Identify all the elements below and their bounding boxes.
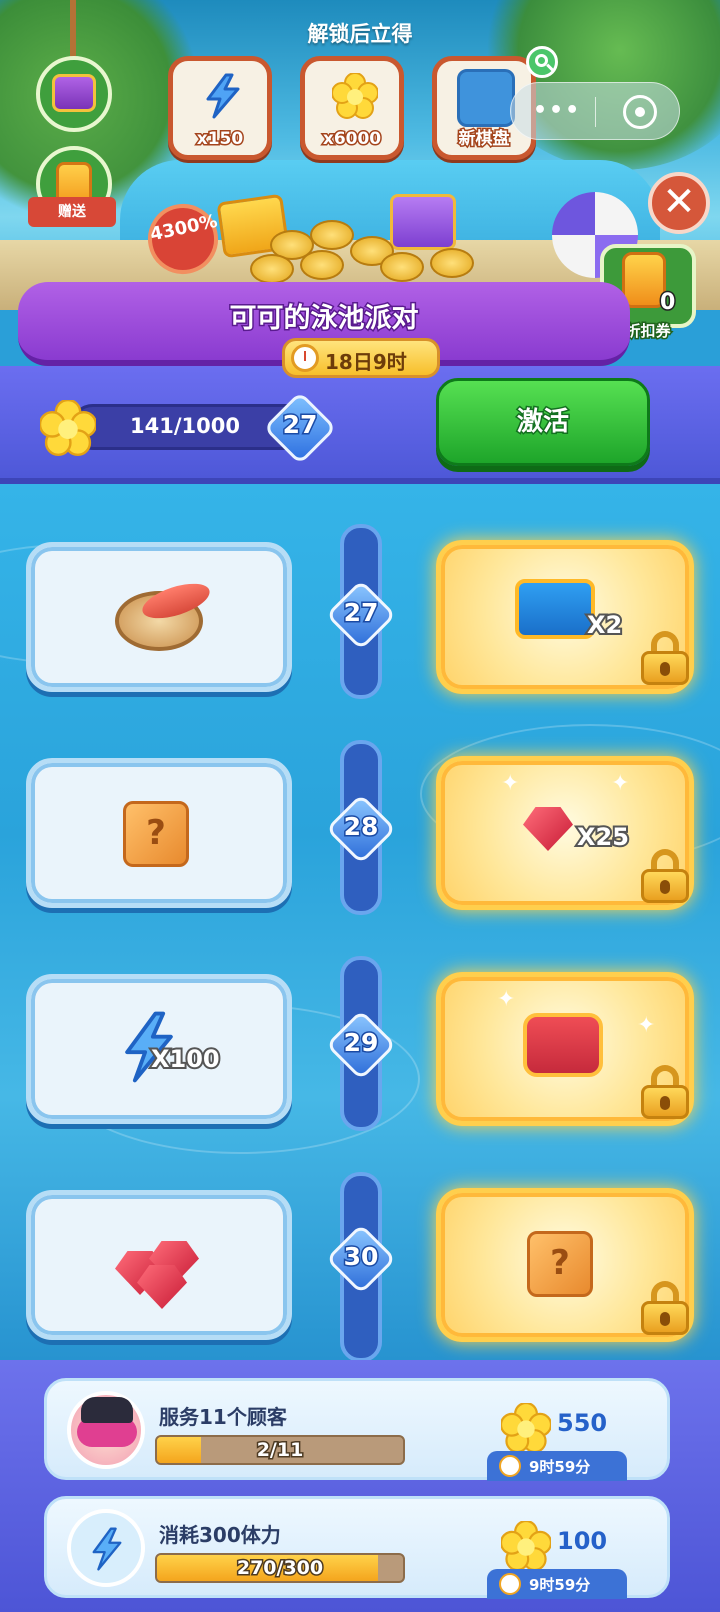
- miniprogram-capsule: •••: [510, 82, 680, 140]
- unlock-reward-flowers[interactable]: x6000: [300, 56, 404, 160]
- task-timer: 9时59分: [487, 1569, 627, 1599]
- coupon-count: 0: [658, 289, 676, 317]
- premium-reward-card[interactable]: ✦ ✦ X25: [436, 756, 694, 910]
- free-reward-card[interactable]: [26, 1190, 292, 1340]
- free-reward-card[interactable]: X100: [26, 974, 292, 1124]
- premium-reward-card[interactable]: X2: [436, 540, 694, 694]
- coin-icon: [430, 248, 474, 278]
- premium-reward-card[interactable]: ?: [436, 1188, 694, 1342]
- gift-box-icon: [390, 194, 456, 250]
- sparkle-icon: ✦: [637, 1013, 656, 1038]
- gift-label: 赠送: [28, 197, 116, 227]
- task-reward-amount: 100: [557, 1527, 608, 1555]
- flower-coin-icon: [501, 1521, 551, 1571]
- treasure-chest-icon: [52, 74, 96, 112]
- level-node: 29: [325, 1009, 397, 1081]
- task-timer-text: 9时59分: [529, 1458, 591, 1476]
- flower-coin-icon: [332, 73, 378, 119]
- level-node: 28: [325, 793, 397, 865]
- event-timer-text: 18日9时: [325, 350, 407, 374]
- reward-track[interactable]: 27 X2 ? 28 ✦ ✦ X25 X100 29 ✦ ✦ 30 ?: [0, 484, 720, 1360]
- task-reward-amount: 550: [557, 1409, 608, 1437]
- search-icon[interactable]: [526, 46, 558, 78]
- more-menu-icon[interactable]: •••: [533, 98, 581, 123]
- task-progress-bar: 270/300: [155, 1553, 405, 1583]
- free-reward-card[interactable]: [26, 542, 292, 692]
- energy-bolt-icon: [206, 73, 240, 119]
- reward-pile-art: [210, 190, 500, 290]
- energy-avatar: [67, 1509, 145, 1587]
- close-miniprogram-icon[interactable]: [623, 95, 657, 129]
- task-progress-text: 2/11: [255, 1438, 305, 1463]
- coin-icon: [300, 250, 344, 280]
- new-board-icon: [457, 69, 515, 127]
- task-card[interactable]: 服务11个顾客 2/11 550 9时59分: [44, 1378, 670, 1481]
- task-timer: 9时59分: [487, 1451, 627, 1481]
- level-number: 28: [342, 811, 380, 843]
- task-title: 消耗300体力: [159, 1523, 281, 1547]
- customer-avatar-icon: [67, 1391, 145, 1469]
- event-progress-text: 141/1000: [130, 414, 240, 438]
- close-button[interactable]: ✕: [648, 172, 710, 234]
- chest-shortcut-button[interactable]: [36, 56, 112, 132]
- flower-coin-icon: [501, 1403, 551, 1453]
- coin-icon: [310, 220, 354, 250]
- reward-quantity: X100: [149, 1043, 222, 1075]
- ruby-gem-icon: [523, 807, 573, 851]
- task-panel: 服务11个顾客 2/11 550 9时59分 消耗300体力 270/300 1…: [0, 1360, 720, 1612]
- close-icon: ✕: [662, 179, 696, 225]
- coin-icon: [380, 252, 424, 282]
- flower-coin-icon: [40, 400, 96, 456]
- sparkle-icon: ✦: [611, 771, 630, 796]
- task-card[interactable]: 消耗300体力 270/300 100 9时59分: [44, 1496, 670, 1599]
- clock-icon: [499, 1573, 521, 1595]
- unlock-reward-label: x6000: [321, 128, 382, 151]
- blue-chest-icon: [515, 579, 595, 639]
- reward-quantity: X25: [575, 821, 631, 853]
- event-timer: 18日9时: [282, 338, 440, 378]
- task-progress-bar: 2/11: [155, 1435, 405, 1465]
- free-reward-card[interactable]: ?: [26, 758, 292, 908]
- task-title: 服务11个顾客: [159, 1405, 287, 1429]
- task-timer-text: 9时59分: [529, 1576, 591, 1594]
- clock-icon: [499, 1455, 521, 1477]
- unlock-reward-label: x150: [195, 128, 244, 151]
- reward-quantity: X2: [585, 609, 624, 641]
- unlock-reward-energy[interactable]: x150: [168, 56, 272, 160]
- lock-icon: [641, 849, 689, 903]
- lock-icon: [641, 631, 689, 685]
- mystery-box-icon: ?: [527, 1231, 593, 1297]
- level-number: 29: [342, 1027, 380, 1059]
- lock-icon: [641, 1281, 689, 1335]
- level-number: 27: [342, 597, 380, 629]
- event-title: 可可的泳池派对: [228, 302, 420, 336]
- coin-icon: [250, 254, 294, 284]
- red-chest-icon: [523, 1013, 603, 1077]
- clock-icon: [291, 344, 319, 372]
- current-level-number: 27: [281, 409, 319, 441]
- unlock-title: 解锁后立得: [307, 22, 413, 46]
- task-progress-text: 270/300: [235, 1556, 324, 1581]
- level-node: 27: [325, 579, 397, 651]
- level-node: 30: [325, 1223, 397, 1295]
- activate-button[interactable]: 激活: [436, 378, 650, 466]
- energy-bolt-icon: [92, 1527, 122, 1571]
- capsule-divider: [595, 97, 596, 127]
- mystery-box-icon: ?: [123, 801, 189, 867]
- lock-icon: [641, 1065, 689, 1119]
- premium-reward-card[interactable]: ✦ ✦: [436, 972, 694, 1126]
- sparkle-icon: ✦: [497, 987, 516, 1012]
- level-number: 30: [342, 1241, 380, 1273]
- sparkle-icon: ✦: [501, 771, 520, 796]
